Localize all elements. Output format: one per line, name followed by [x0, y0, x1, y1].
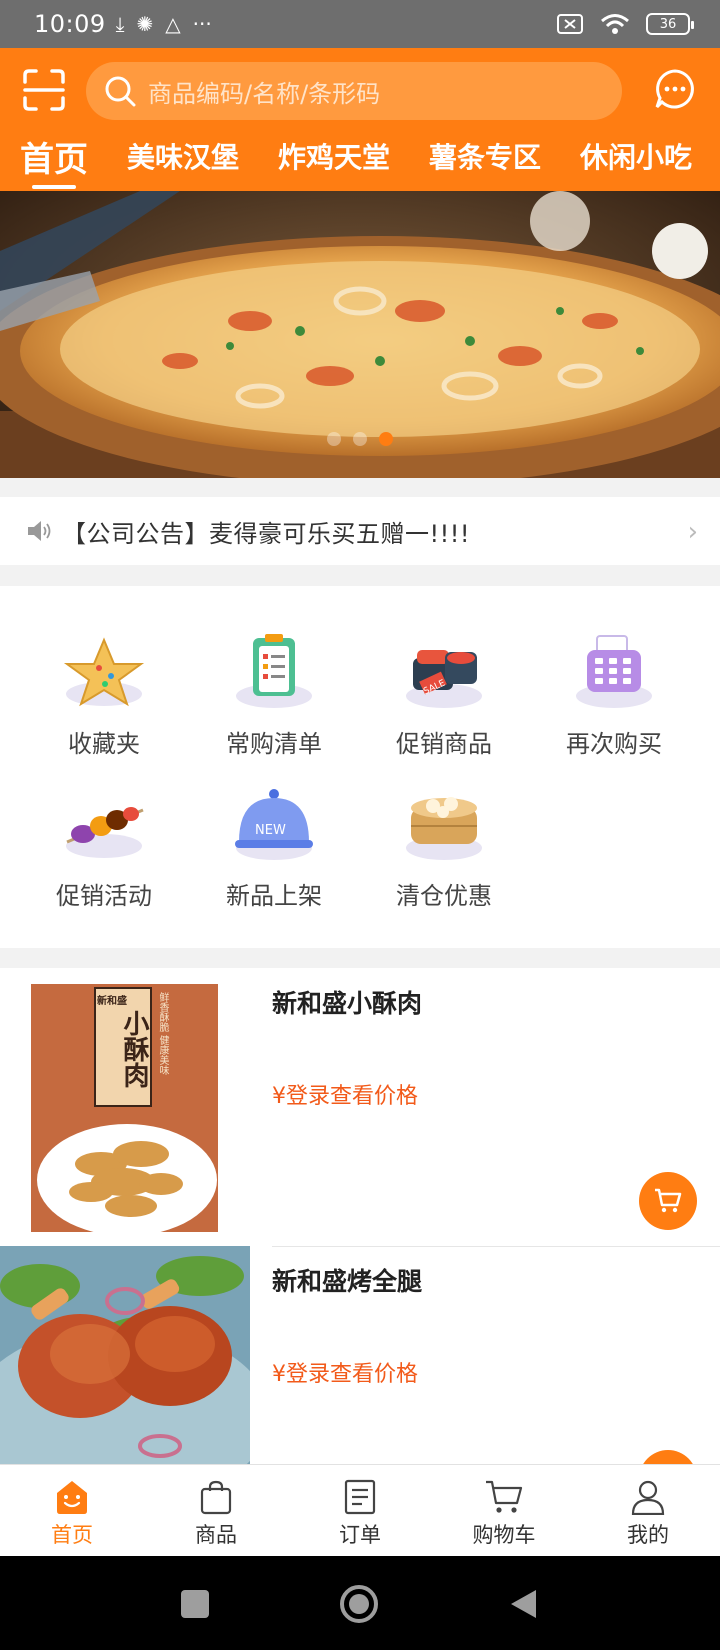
product-card[interactable]: 新和盛 小酥肉 鲜香酥脆 健康美味 新和盛小酥肉 ¥登录查看价格	[0, 968, 720, 1246]
nav-label: 购物车	[472, 1523, 536, 1547]
nav-cart[interactable]: 购物车	[432, 1465, 576, 1556]
search-icon	[105, 76, 136, 107]
roast-leg-image	[0, 1246, 250, 1464]
thumb-side-text: 鲜香酥脆 健康美味	[157, 992, 168, 1076]
back-icon[interactable]	[508, 1588, 538, 1620]
message-icon[interactable]	[654, 68, 696, 110]
promo-banner[interactable]	[0, 191, 720, 478]
status-system-icons: 36	[556, 13, 694, 35]
battery-icon: 36	[646, 13, 694, 35]
product-thumbnail: 新和盛 小酥肉 鲜香酥脆 健康美味	[31, 984, 218, 1232]
tab-home[interactable]: 首页	[20, 130, 88, 189]
tab-snacks[interactable]: 休闲小吃	[580, 134, 692, 176]
system-navigation-bar	[0, 1556, 720, 1650]
nav-label: 我的	[627, 1523, 669, 1547]
thumb-brand-text: 新和盛	[97, 996, 127, 1007]
tab-fried-chicken[interactable]: 炸鸡天堂	[278, 134, 390, 176]
status-time: 10:09	[34, 10, 106, 38]
quick-menu-label: 促销商品	[396, 730, 492, 758]
quick-menu-buy-again[interactable]: 再次购买	[529, 634, 699, 764]
quick-menu-label: 再次购买	[566, 730, 662, 758]
bottom-navigation: 首页 商品 订单 购物车 我的	[0, 1464, 720, 1556]
tab-fries[interactable]: 薯条专区	[429, 134, 541, 176]
chevron-right-icon: ›	[687, 517, 698, 547]
status-bar: 10:09 ⤓ ✺ △ ··· 36	[0, 0, 720, 48]
cart-icon	[655, 1188, 682, 1213]
nav-label: 订单	[339, 1523, 381, 1547]
skewer-icon	[66, 807, 144, 858]
quick-menu-promo-events[interactable]: 促销活动	[19, 786, 189, 916]
nav-home[interactable]: 首页	[0, 1465, 144, 1556]
nav-orders[interactable]: 订单	[288, 1465, 432, 1556]
nav-label: 商品	[195, 1523, 237, 1547]
quick-menu-label: 清仓优惠	[396, 882, 492, 910]
home-smile-icon	[57, 1481, 87, 1514]
more-notifications-icon: ···	[192, 12, 212, 36]
search-bar[interactable]: 商品编码/名称/条形码	[86, 62, 622, 120]
wifi-icon	[601, 14, 629, 34]
scan-icon[interactable]	[22, 68, 66, 112]
add-to-cart-button[interactable]	[639, 1172, 697, 1230]
banner-dot-active[interactable]	[379, 432, 393, 446]
quick-menu-regular-list[interactable]: 常购清单	[189, 634, 359, 764]
quick-menu-promo-products[interactable]: SALE 促销商品	[359, 634, 529, 764]
tab-burgers[interactable]: 美味汉堡	[127, 134, 239, 176]
banner-dot[interactable]	[353, 432, 367, 446]
quick-menu-label: 新品上架	[226, 882, 322, 910]
app-screen: 10:09 ⤓ ✺ △ ··· 36 商品编码/名称/条形码 首页 美味汉堡 炸…	[0, 0, 720, 1650]
product-price[interactable]: ¥登录查看价格	[272, 1078, 418, 1110]
banner-pagination	[0, 432, 720, 446]
category-tabs: 首页 美味汉堡 炸鸡天堂 薯条专区 休闲小吃	[0, 134, 720, 191]
new-cloche-icon: NEW	[235, 789, 313, 860]
cart-icon	[486, 1480, 523, 1513]
register-icon	[576, 635, 652, 708]
product-thumbnail	[0, 1246, 250, 1464]
download-done-icon: ⤓	[115, 12, 125, 36]
user-icon	[631, 1480, 665, 1515]
status-notification-icons: ⤓ ✺ △ ···	[116, 14, 212, 34]
thumb-main-text: 小酥肉	[119, 1010, 149, 1088]
sale-sushi-icon: SALE	[406, 650, 482, 708]
app-header: 商品编码/名称/条形码 首页 美味汉堡 炸鸡天堂 薯条专区 休闲小吃	[0, 48, 720, 191]
nav-products[interactable]: 商品	[144, 1465, 288, 1556]
aperture-icon: ✺	[136, 12, 154, 36]
product-name[interactable]: 新和盛小酥肉	[272, 984, 422, 1020]
banner-dot[interactable]	[327, 432, 341, 446]
shopping-bag-icon	[200, 1480, 232, 1515]
product-list: 新和盛 小酥肉 鲜香酥脆 健康美味 新和盛小酥肉 ¥登录查看价格 新和盛烤全腿 …	[0, 968, 720, 1464]
add-to-cart-button[interactable]	[639, 1450, 697, 1464]
product-name[interactable]: 新和盛烤全腿	[272, 1262, 422, 1298]
battery-level: 36	[659, 16, 677, 32]
product-card[interactable]: 新和盛烤全腿 ¥登录查看价格	[0, 1246, 720, 1464]
quick-menu-favorites[interactable]: 收藏夹	[19, 634, 189, 764]
speaker-icon	[28, 521, 51, 541]
quick-menu-grid: 收藏夹 常购清单 SALE 促销商品 再次购买 促销活动 NEW 新品上架 清仓…	[0, 586, 720, 948]
quick-menu-label: 收藏夹	[68, 730, 140, 758]
triangle-app-icon: △	[165, 12, 181, 36]
quick-menu-label: 促销活动	[56, 882, 152, 910]
announcement-text: 【公司公告】麦得豪可乐买五赠一!!!!	[62, 519, 470, 548]
quick-menu-clearance[interactable]: 清仓优惠	[359, 786, 529, 916]
order-list-icon	[344, 1479, 376, 1515]
clipboard-icon	[236, 634, 312, 708]
search-placeholder: 商品编码/名称/条形码	[148, 79, 381, 108]
quick-menu-label: 常购清单	[226, 730, 322, 758]
star-cookie-icon	[63, 637, 145, 707]
announcement-bar[interactable]: 【公司公告】麦得豪可乐买五赠一!!!! ›	[0, 497, 720, 565]
sim-off-icon	[557, 14, 583, 34]
nav-label: 首页	[51, 1523, 93, 1547]
quick-menu-new-arrivals[interactable]: NEW 新品上架	[189, 786, 359, 916]
recents-icon[interactable]	[181, 1590, 209, 1618]
product-price[interactable]: ¥登录查看价格	[272, 1356, 418, 1388]
dim-sum-steamer-icon	[406, 797, 482, 860]
nav-profile[interactable]: 我的	[576, 1465, 720, 1556]
home-circle-icon[interactable]	[339, 1584, 379, 1624]
svg-text:NEW: NEW	[255, 823, 286, 838]
